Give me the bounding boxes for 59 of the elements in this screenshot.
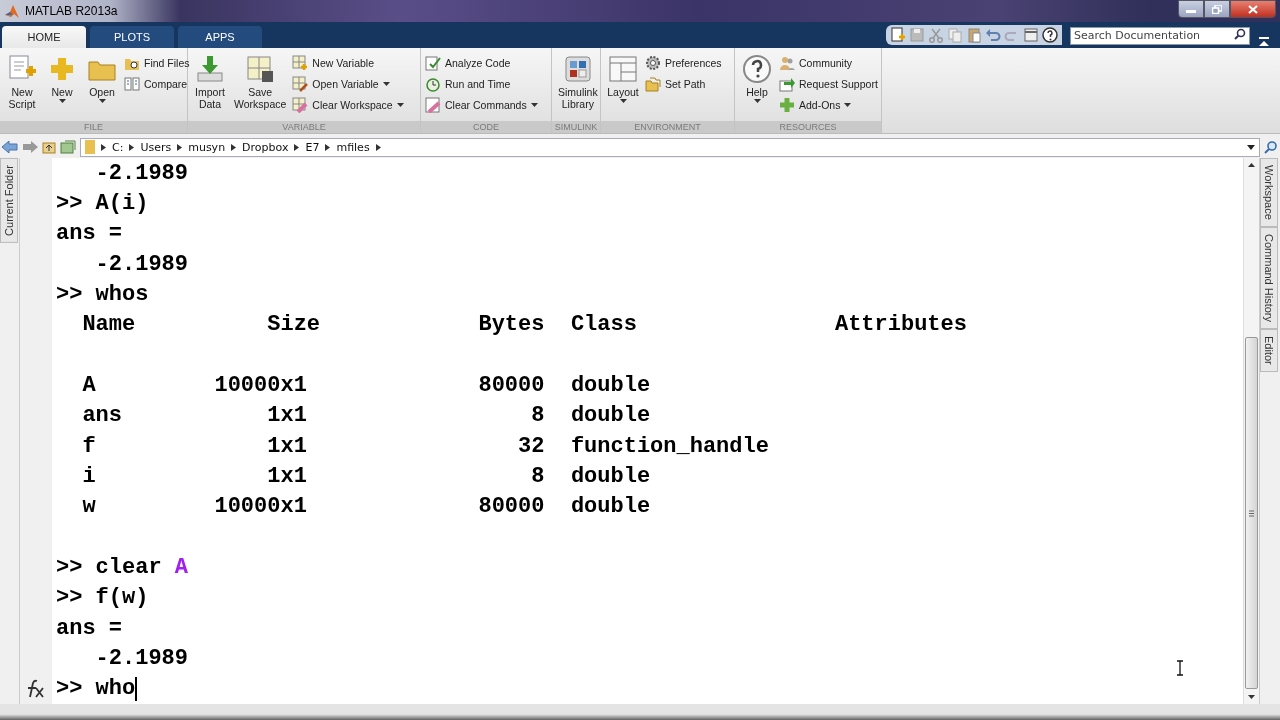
console-line: ans =: [55, 615, 122, 641]
ribbon-button[interactable]: Layout: [605, 52, 641, 121]
window-title: MATLAB R2013a: [25, 4, 118, 18]
ribbon-button[interactable]: New Variable: [292, 54, 404, 72]
console-line: >> f(w): [55, 585, 149, 611]
console-line: Name Size Bytes Class Attributes: [81, 312, 967, 338]
ribbon-tab[interactable]: PLOTS: [90, 26, 174, 48]
ribbon-button[interactable]: Analyze Code: [425, 54, 538, 72]
console-line: -2.1989: [94, 160, 189, 186]
section-label: ENVIRONMENT: [601, 121, 734, 133]
console-line: -2.1989: [94, 251, 189, 277]
ribbon-button[interactable]: New: [44, 52, 80, 121]
section-label: CODE: [421, 121, 551, 133]
ribbon-button[interactable]: Help: [739, 52, 775, 121]
command-input[interactable]: >> who: [52, 676, 137, 702]
ribbon-button[interactable]: Preferences: [645, 54, 722, 72]
console-line: i 1x1 8 double: [81, 463, 651, 489]
console-line: ans =: [55, 221, 122, 247]
path-segment[interactable]: musyn: [188, 140, 226, 154]
console-line: -2.1989: [94, 645, 189, 671]
side-tab[interactable]: Workspace: [1260, 158, 1278, 227]
section-label: VARIABLE: [188, 121, 420, 133]
ribbon-tab[interactable]: HOME: [2, 26, 86, 48]
console-line: ans 1x1 8 double: [81, 403, 651, 429]
section-label: SIMULINK: [552, 121, 600, 133]
ribbon-button[interactable]: Clear Commands: [425, 96, 538, 114]
console-line: >> whos: [55, 281, 149, 307]
search-field[interactable]: Search Documentation: [1070, 26, 1250, 45]
ribbon-button[interactable]: Clear Workspace: [292, 96, 404, 114]
path-field[interactable]: C: Users musyn Dropbox E7 mfiles: [80, 137, 1260, 157]
ribbon-button[interactable]: Request Support: [779, 75, 878, 93]
section-label: FILE: [0, 121, 187, 133]
console-line: w 10000x1 80000 double: [81, 494, 651, 520]
path-segment[interactable]: Dropbox: [242, 140, 289, 154]
ribbon-tab[interactable]: APPS: [178, 26, 262, 48]
ribbon-button[interactable]: Find Files: [124, 54, 190, 72]
ribbon-button[interactable]: Open Variable: [292, 75, 404, 93]
ribbon-button[interactable]: Open: [84, 52, 120, 121]
console-line: A 10000x1 80000 double: [81, 372, 651, 398]
ribbon-button[interactable]: New Script: [4, 52, 40, 121]
side-tab[interactable]: Command History: [1260, 226, 1278, 329]
ribbon-button[interactable]: Community: [779, 54, 878, 72]
section-label: RESOURCES: [735, 121, 881, 133]
ribbon-button[interactable]: Set Path: [645, 75, 722, 93]
console-line: f 1x1 32 function_handle: [81, 433, 769, 459]
path-segment[interactable]: C:: [112, 140, 124, 154]
ribbon-button[interactable]: Simulink Library: [556, 52, 600, 121]
ribbon-button[interactable]: Run and Time: [425, 75, 538, 93]
ribbon-button[interactable]: Add-Ons: [779, 96, 878, 114]
side-tab[interactable]: Current Folder: [0, 158, 18, 243]
path-segment[interactable]: Users: [140, 140, 172, 154]
path-segment[interactable]: E7: [305, 140, 320, 154]
ribbon-button[interactable]: Compare: [124, 75, 190, 93]
side-tab[interactable]: Editor: [1260, 328, 1278, 372]
ribbon-button[interactable]: Save Workspace: [232, 52, 289, 121]
console-line: >> A(i): [55, 191, 149, 216]
path-segment[interactable]: mfiles: [336, 140, 370, 154]
console-line: >> clear A: [55, 554, 188, 580]
ribbon-button[interactable]: Import Data: [192, 52, 228, 121]
